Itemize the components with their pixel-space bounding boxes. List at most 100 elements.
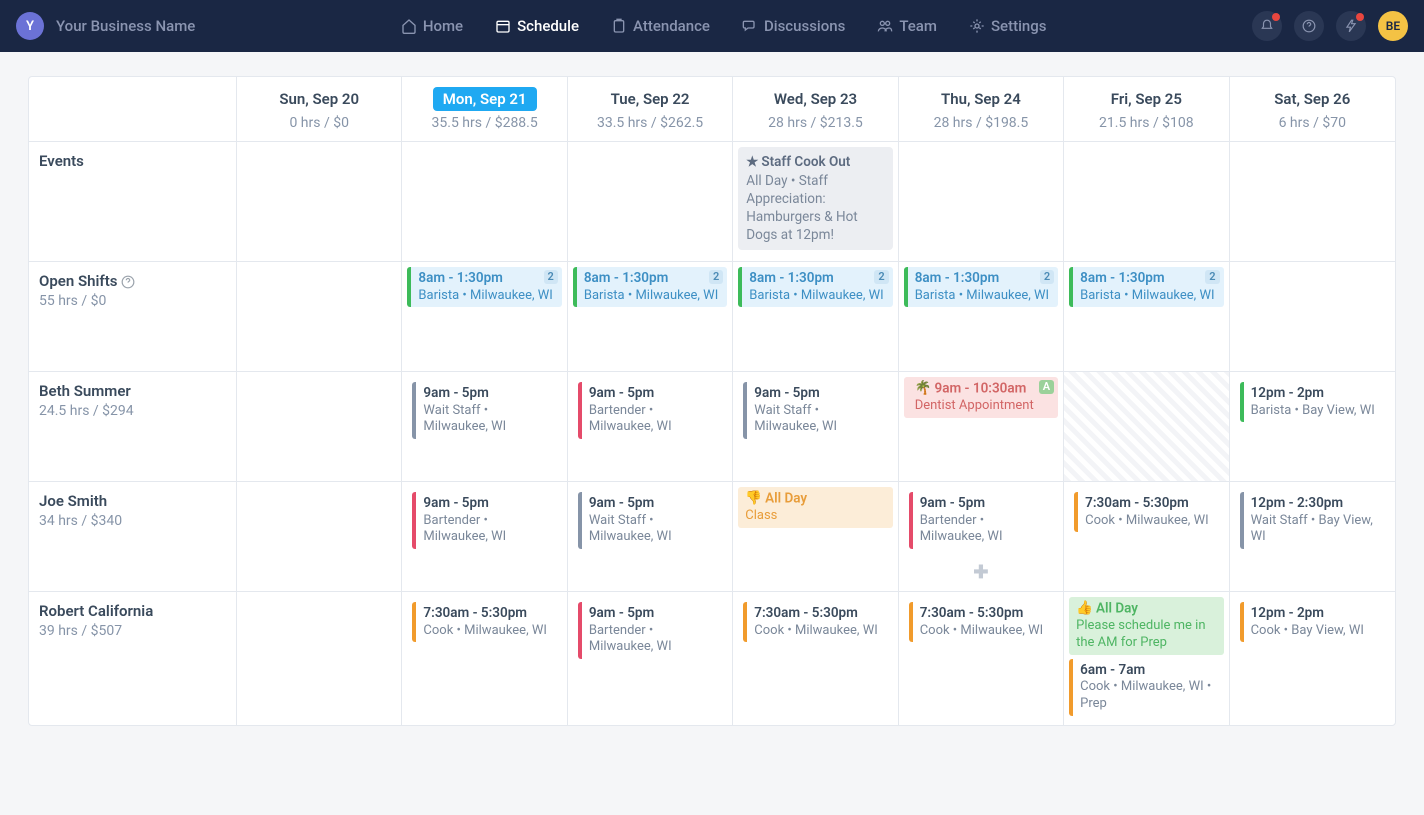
beth-mon[interactable]: 9am - 5pmWait Staff • Milwaukee, WI bbox=[402, 372, 567, 482]
thumbs-up-icon: 👍 bbox=[1076, 600, 1093, 618]
row-label-beth[interactable]: Beth Summer24.5 hrs / $294 bbox=[29, 372, 237, 482]
nav-discussions[interactable]: Discussions bbox=[730, 11, 857, 41]
shift-time: 7:30am - 5:30pm bbox=[423, 605, 551, 623]
day-header-sat[interactable]: Sat, Sep 266 hrs / $70 bbox=[1230, 77, 1395, 142]
beth-sat[interactable]: 12pm - 2pmBarista • Bay View, WI bbox=[1230, 372, 1395, 482]
rob-sun[interactable] bbox=[237, 592, 402, 725]
help-button[interactable] bbox=[1294, 11, 1324, 41]
open-shift-card[interactable]: 8am - 1:30pmBarista • Milwaukee, WI2 bbox=[904, 267, 1058, 307]
nav-discussions-label: Discussions bbox=[764, 17, 845, 35]
day-header-tue[interactable]: Tue, Sep 2233.5 hrs / $262.5 bbox=[568, 77, 733, 142]
bell-icon bbox=[1260, 19, 1274, 33]
shift-time: 9am - 5pm bbox=[589, 605, 717, 623]
unavailable-card[interactable]: 👎All DayClass bbox=[738, 487, 892, 528]
appointment-card[interactable]: 🌴9am - 10:30amDentist AppointmentA bbox=[904, 377, 1058, 418]
shift-time: 6am - 7am bbox=[1080, 662, 1218, 680]
beth-thu[interactable]: 🌴9am - 10:30amDentist AppointmentA bbox=[899, 372, 1064, 482]
joe-sun[interactable] bbox=[237, 482, 402, 592]
open-tue[interactable]: 8am - 1:30pmBarista • Milwaukee, WI2 bbox=[568, 262, 733, 372]
shift-card[interactable]: 7:30am - 5:30pmCook • Milwaukee, WI bbox=[412, 602, 556, 642]
shift-card[interactable]: 6am - 7amCook • Milwaukee, WI • Prep bbox=[1069, 659, 1223, 716]
team-icon bbox=[877, 18, 893, 34]
open-thu[interactable]: 8am - 1:30pmBarista • Milwaukee, WI2 bbox=[899, 262, 1064, 372]
beth-wed[interactable]: 9am - 5pmWait Staff • Milwaukee, WI bbox=[733, 372, 898, 482]
shift-card[interactable]: 12pm - 2:30pmWait Staff • Bay View, WI bbox=[1240, 492, 1385, 549]
gear-icon bbox=[969, 18, 985, 34]
events-sat[interactable] bbox=[1230, 142, 1395, 262]
open-shift-card[interactable]: 8am - 1:30pmBarista • Milwaukee, WI2 bbox=[1069, 267, 1223, 307]
rob-tue[interactable]: 9am - 5pmBartender • Milwaukee, WI bbox=[568, 592, 733, 725]
beth-fri[interactable] bbox=[1064, 372, 1229, 482]
beth-sun[interactable] bbox=[237, 372, 402, 482]
activity-button[interactable] bbox=[1336, 11, 1366, 41]
preference-card[interactable]: 👍All DayPlease schedule me in the AM for… bbox=[1069, 597, 1223, 655]
day-summary: 35.5 hrs / $288.5 bbox=[412, 115, 556, 131]
events-sun[interactable] bbox=[237, 142, 402, 262]
shift-card[interactable]: 12pm - 2pmCook • Bay View, WI bbox=[1240, 602, 1385, 642]
shift-card[interactable]: 7:30am - 5:30pmCook • Milwaukee, WI bbox=[743, 602, 887, 642]
events-wed[interactable]: ★Staff Cook Out All Day • Staff Apprecia… bbox=[733, 142, 898, 262]
rob-fri[interactable]: 👍All DayPlease schedule me in the AM for… bbox=[1064, 592, 1229, 725]
shift-meta: Barista • Milwaukee, WI bbox=[1080, 288, 1218, 305]
shift-card[interactable]: 9am - 5pmWait Staff • Milwaukee, WI bbox=[412, 382, 556, 439]
joe-wed[interactable]: 👎All DayClass bbox=[733, 482, 898, 592]
day-name: Thu, Sep 24 bbox=[931, 87, 1031, 111]
joe-mon[interactable]: 9am - 5pmBartender • Milwaukee, WI bbox=[402, 482, 567, 592]
day-header-mon[interactable]: Mon, Sep 2135.5 hrs / $288.5 bbox=[402, 77, 567, 142]
shift-card[interactable]: 9am - 5pmBartender • Milwaukee, WI bbox=[578, 382, 722, 439]
employee-summary: 34 hrs / $340 bbox=[39, 513, 226, 529]
open-shift-card[interactable]: 8am - 1:30pmBarista • Milwaukee, WI2 bbox=[573, 267, 727, 307]
shift-card[interactable]: 9am - 5pmWait Staff • Milwaukee, WI bbox=[743, 382, 887, 439]
open-sat[interactable] bbox=[1230, 262, 1395, 372]
rob-mon[interactable]: 7:30am - 5:30pmCook • Milwaukee, WI bbox=[402, 592, 567, 725]
events-thu[interactable] bbox=[899, 142, 1064, 262]
shift-card[interactable]: 9am - 5pmWait Staff • Milwaukee, WI bbox=[578, 492, 722, 549]
shift-card[interactable]: 7:30am - 5:30pmCook • Milwaukee, WI bbox=[1074, 492, 1218, 532]
joe-sat[interactable]: 12pm - 2:30pmWait Staff • Bay View, WI bbox=[1230, 482, 1395, 592]
shift-time: 8am - 1:30pm bbox=[1080, 270, 1218, 288]
events-fri[interactable] bbox=[1064, 142, 1229, 262]
open-shift-card[interactable]: 8am - 1:30pmBarista • Milwaukee, WI2 bbox=[407, 267, 561, 307]
business-logo[interactable]: Y bbox=[16, 12, 44, 40]
shift-card[interactable]: 9am - 5pmBartender • Milwaukee, WI bbox=[412, 492, 556, 549]
nav-home[interactable]: Home bbox=[389, 11, 475, 41]
rob-wed[interactable]: 7:30am - 5:30pmCook • Milwaukee, WI bbox=[733, 592, 898, 725]
events-tue[interactable] bbox=[568, 142, 733, 262]
shift-card[interactable]: 9am - 5pmBartender • Milwaukee, WI bbox=[909, 492, 1053, 549]
day-header-thu[interactable]: Thu, Sep 2428 hrs / $198.5 bbox=[899, 77, 1064, 142]
nav-right: BE bbox=[1252, 11, 1408, 41]
open-shift-card[interactable]: 8am - 1:30pmBarista • Milwaukee, WI2 bbox=[738, 267, 892, 307]
shift-time: 9am - 5pm bbox=[754, 385, 882, 403]
row-label-joe[interactable]: Joe Smith34 hrs / $340 bbox=[29, 482, 237, 592]
rob-sat[interactable]: 12pm - 2pmCook • Bay View, WI bbox=[1230, 592, 1395, 725]
help-icon[interactable] bbox=[121, 275, 135, 289]
open-sun[interactable] bbox=[237, 262, 402, 372]
nav-team[interactable]: Team bbox=[865, 11, 949, 41]
nav-attendance[interactable]: Attendance bbox=[599, 11, 722, 41]
shift-card[interactable]: 12pm - 2pmBarista • Bay View, WI bbox=[1240, 382, 1385, 422]
beth-tue[interactable]: 9am - 5pmBartender • Milwaukee, WI bbox=[568, 372, 733, 482]
open-wed[interactable]: 8am - 1:30pmBarista • Milwaukee, WI2 bbox=[733, 262, 898, 372]
event-card[interactable]: ★Staff Cook Out All Day • Staff Apprecia… bbox=[738, 147, 892, 250]
home-icon bbox=[401, 18, 417, 34]
shift-card[interactable]: 7:30am - 5:30pmCook • Milwaukee, WI bbox=[909, 602, 1053, 642]
day-header-wed[interactable]: Wed, Sep 2328 hrs / $213.5 bbox=[733, 77, 898, 142]
joe-tue[interactable]: 9am - 5pmWait Staff • Milwaukee, WI bbox=[568, 482, 733, 592]
top-nav: Y Your Business Name Home Schedule Atten… bbox=[0, 0, 1424, 52]
day-header-sun[interactable]: Sun, Sep 200 hrs / $0 bbox=[237, 77, 402, 142]
events-mon[interactable] bbox=[402, 142, 567, 262]
rob-thu[interactable]: 7:30am - 5:30pmCook • Milwaukee, WI bbox=[899, 592, 1064, 725]
add-shift-button[interactable]: ✚ bbox=[973, 562, 988, 583]
business-name[interactable]: Your Business Name bbox=[56, 17, 195, 35]
notifications-button[interactable] bbox=[1252, 11, 1282, 41]
joe-fri[interactable]: 7:30am - 5:30pmCook • Milwaukee, WI bbox=[1064, 482, 1229, 592]
joe-thu[interactable]: 9am - 5pmBartender • Milwaukee, WI ✚ bbox=[899, 482, 1064, 592]
day-header-fri[interactable]: Fri, Sep 2521.5 hrs / $108 bbox=[1064, 77, 1229, 142]
shift-card[interactable]: 9am - 5pmBartender • Milwaukee, WI bbox=[578, 602, 722, 659]
open-fri[interactable]: 8am - 1:30pmBarista • Milwaukee, WI2 bbox=[1064, 262, 1229, 372]
user-avatar[interactable]: BE bbox=[1378, 11, 1408, 41]
row-label-robert[interactable]: Robert California39 hrs / $507 bbox=[29, 592, 237, 725]
nav-settings[interactable]: Settings bbox=[957, 11, 1059, 41]
nav-schedule[interactable]: Schedule bbox=[483, 11, 591, 41]
open-mon[interactable]: 8am - 1:30pmBarista • Milwaukee, WI2 bbox=[402, 262, 567, 372]
